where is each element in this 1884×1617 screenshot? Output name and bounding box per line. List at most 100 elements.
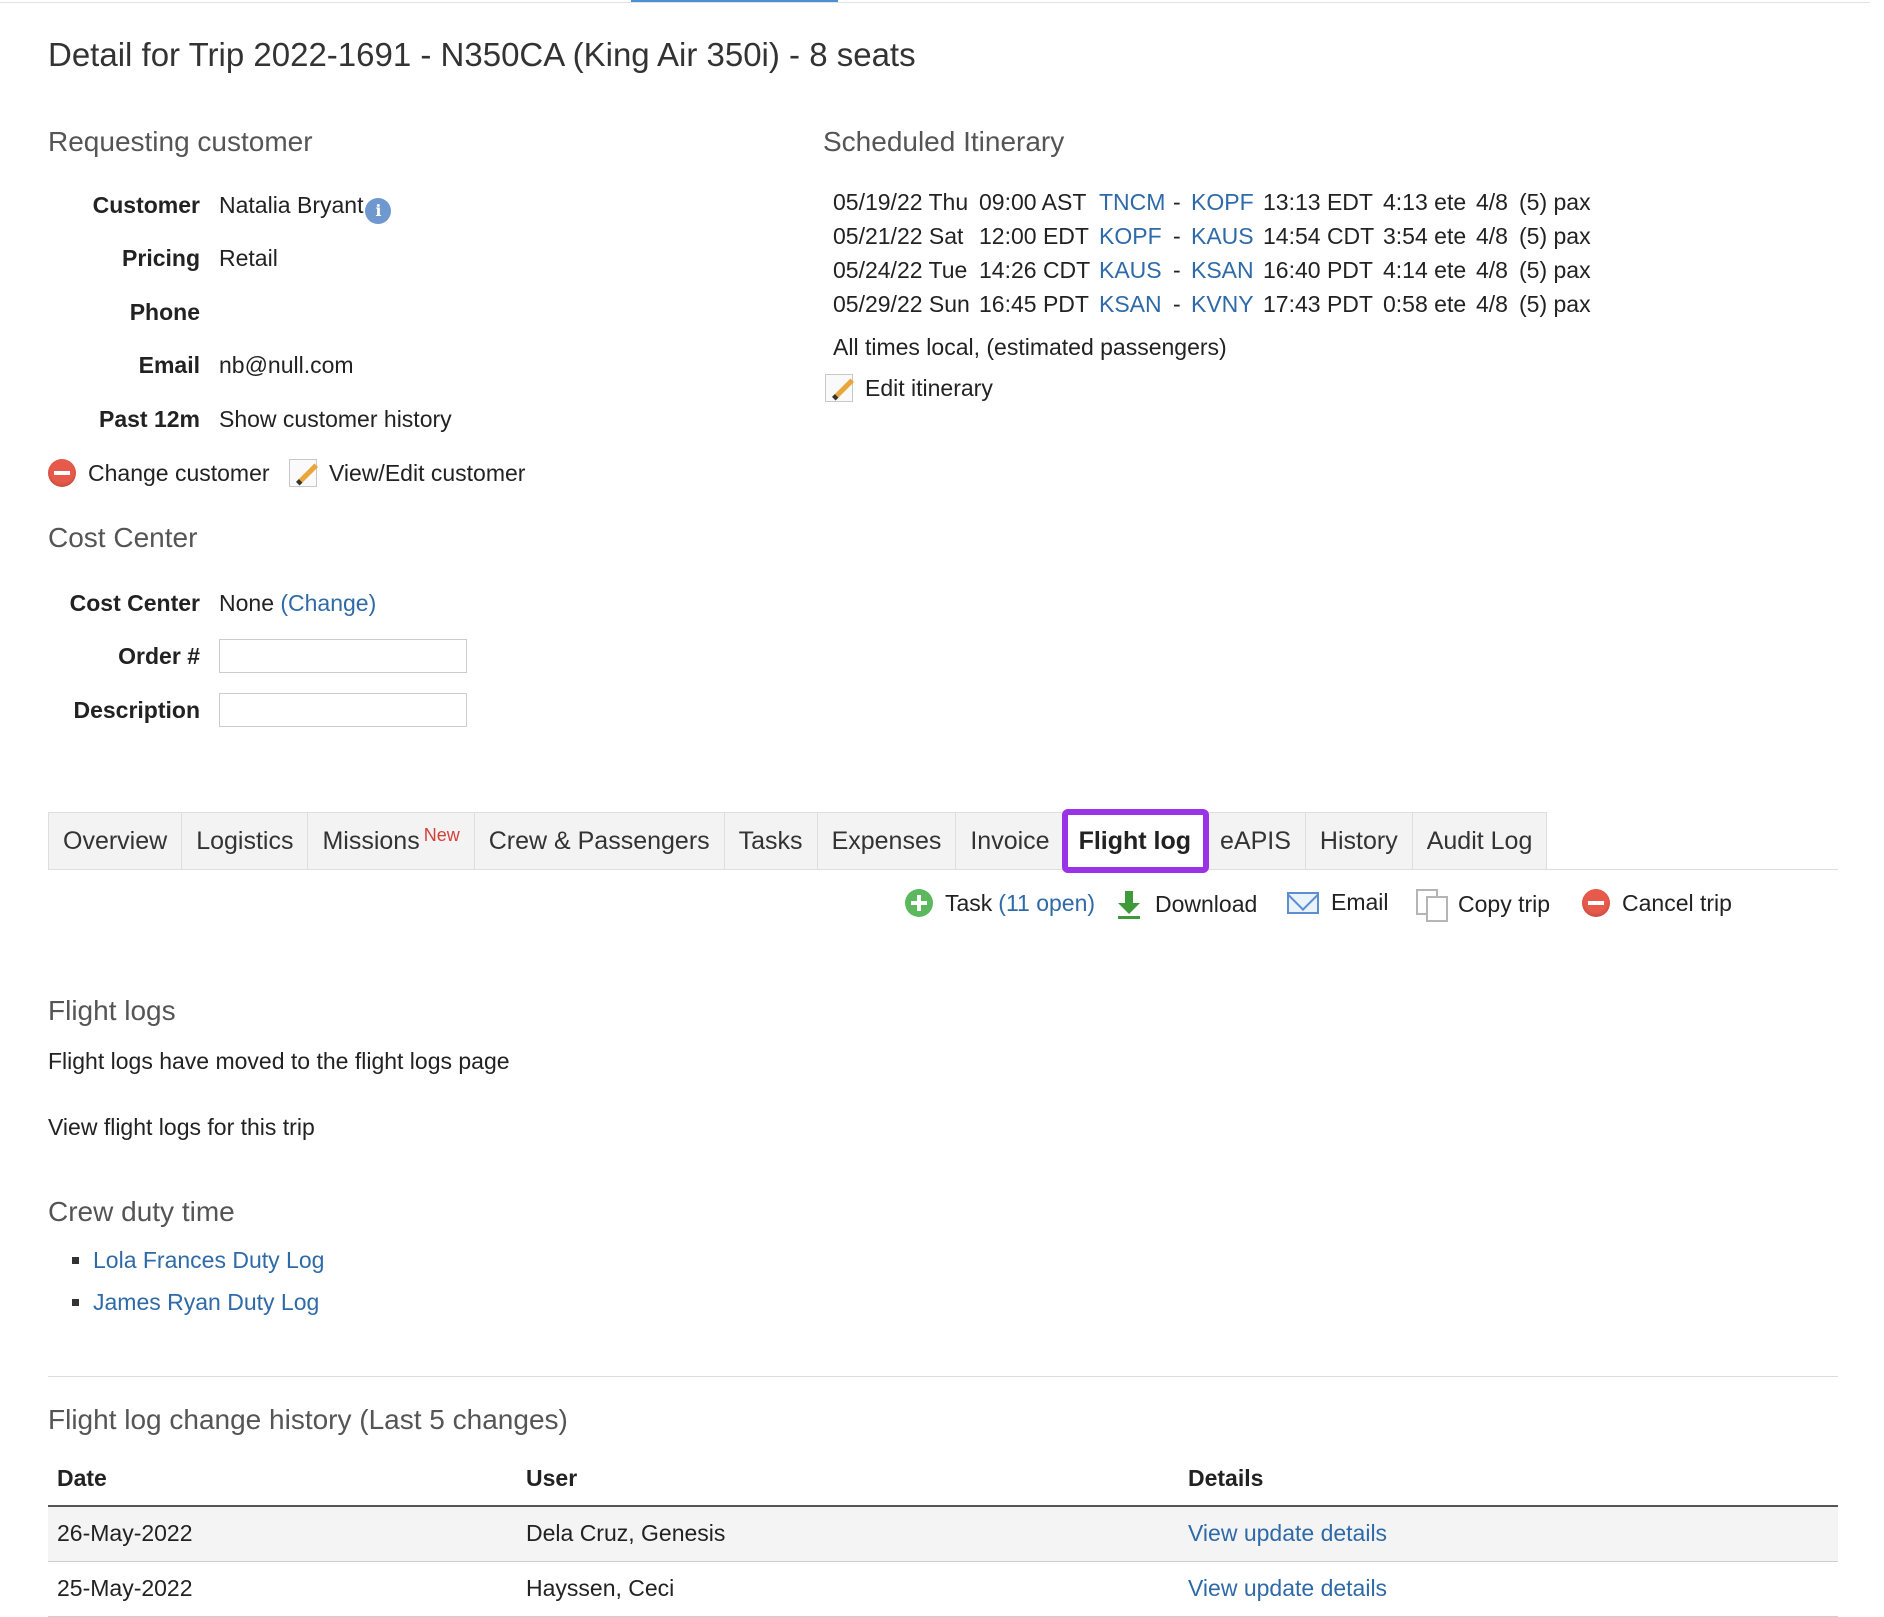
airport-link[interactable]: KVNY: [1191, 291, 1254, 318]
cancel-icon: [1582, 889, 1610, 917]
tab-flight-log[interactable]: Flight log: [1061, 809, 1210, 873]
row-user: Hayssen, Ceci: [517, 1561, 1179, 1617]
customer-label: Customer: [92, 192, 200, 218]
download-button[interactable]: Download: [1115, 889, 1257, 919]
view-update-details-link[interactable]: View update details: [1188, 1520, 1387, 1546]
tab-history[interactable]: History: [1305, 812, 1413, 870]
airport-link[interactable]: TNCM: [1099, 189, 1165, 216]
tab-label: History: [1319, 826, 1398, 855]
leg-depart-time: 14:26 CDT: [979, 257, 1091, 283]
tab-invoice[interactable]: Invoice: [956, 812, 1065, 870]
tab-logistics[interactable]: Logistics: [182, 812, 309, 870]
airport-link[interactable]: KAUS: [1099, 257, 1162, 284]
tab-bar: Overview Logistics Missions New Crew & Passe…: [48, 809, 1548, 873]
tab-audit-log[interactable]: Audit Log: [1412, 812, 1548, 870]
change-customer-button[interactable]: Change customer: [48, 459, 270, 487]
row-date: 25-May-2022: [48, 1561, 517, 1617]
phone-label: Phone: [129, 299, 200, 325]
leg-seats: 4/8: [1476, 257, 1508, 283]
tab-missions[interactable]: Missions New: [308, 812, 475, 870]
duty-log-link[interactable]: James Ryan Duty Log: [93, 1289, 319, 1316]
open-tasks-link[interactable]: (11 open): [998, 890, 1095, 917]
tab-label: Missions: [322, 826, 420, 855]
airport-link[interactable]: KOPF: [1191, 189, 1254, 216]
tab-crew-passengers[interactable]: Crew & Passengers: [474, 812, 725, 870]
leg-pax: (5) pax: [1519, 291, 1591, 317]
change-customer-label: Change customer: [88, 459, 270, 486]
leg-date: 05/21/22 Sat: [833, 223, 964, 249]
leg-depart-time: 12:00 EDT: [979, 223, 1089, 249]
leg-sep: -: [1173, 189, 1181, 215]
cost-center-label: Cost Center: [69, 590, 200, 616]
duty-log-link[interactable]: Lola Frances Duty Log: [93, 1247, 324, 1274]
leg-sep: -: [1173, 257, 1181, 283]
tab-label: Logistics: [196, 826, 294, 855]
leg-ete: 3:54 ete: [1383, 223, 1467, 249]
airport-link[interactable]: KSAN: [1099, 291, 1162, 318]
tab-label: eAPIS: [1220, 826, 1291, 855]
list-item: James Ryan Duty Log: [72, 1289, 319, 1316]
tab-eapis[interactable]: eAPIS: [1206, 812, 1306, 870]
order-number-input[interactable]: [219, 639, 467, 673]
cancel-trip-label: Cancel trip: [1622, 889, 1732, 916]
column-header-user: User: [517, 1452, 1179, 1507]
cancel-trip-button[interactable]: Cancel trip: [1582, 889, 1732, 917]
edit-pencil-icon: [825, 374, 853, 402]
leg-arrive-time: 17:43 PDT: [1263, 291, 1373, 317]
download-label: Download: [1155, 890, 1258, 917]
table-header-row: Date User Details: [48, 1452, 1838, 1507]
cost-center-none: None: [219, 590, 274, 616]
leg-date: 05/24/22 Tue: [833, 257, 968, 283]
task-label: Task: [945, 889, 993, 916]
copy-trip-button[interactable]: Copy trip: [1416, 889, 1550, 922]
tab-overview[interactable]: Overview: [48, 812, 183, 870]
show-customer-history-link[interactable]: Show customer history: [219, 406, 452, 433]
row-date: 26-May-2022: [48, 1506, 517, 1562]
history-divider: [48, 1376, 1838, 1377]
airport-link[interactable]: KOPF: [1099, 223, 1162, 250]
change-cost-center-link[interactable]: (Change): [280, 590, 376, 616]
tab-tasks[interactable]: Tasks: [724, 812, 818, 870]
tab-label: Overview: [63, 826, 168, 855]
new-badge: New: [423, 824, 460, 845]
cost-center-heading: Cost Center: [48, 522, 198, 553]
top-divider: [0, 2, 1870, 3]
column-header-details: Details: [1179, 1452, 1838, 1507]
column-header-date: Date: [48, 1452, 517, 1507]
airport-link[interactable]: KAUS: [1191, 223, 1254, 250]
customer-name: Natalia Bryant: [219, 192, 364, 218]
view-edit-customer-button[interactable]: View/Edit customer: [289, 459, 525, 487]
crew-duty-heading: Crew duty time: [48, 1196, 235, 1227]
edit-itinerary-button[interactable]: Edit itinerary: [825, 374, 993, 402]
list-item: Lola Frances Duty Log: [72, 1247, 324, 1274]
info-icon[interactable]: i: [365, 198, 392, 224]
view-flight-logs-link[interactable]: View flight logs for this trip: [48, 1114, 315, 1141]
leg-date: 05/29/22 Sun: [833, 291, 970, 317]
leg-sep: -: [1173, 223, 1181, 249]
email-button[interactable]: Email: [1287, 889, 1389, 916]
leg-date: 05/19/22 Thu: [833, 189, 969, 215]
leg-depart-time: 09:00 AST: [979, 189, 1087, 215]
leg-seats: 4/8: [1476, 291, 1508, 317]
airport-link[interactable]: KSAN: [1191, 257, 1254, 284]
tab-expenses[interactable]: Expenses: [817, 812, 957, 870]
edit-itinerary-label: Edit itinerary: [865, 374, 993, 401]
view-update-details-link[interactable]: View update details: [1188, 1575, 1387, 1601]
email-link[interactable]: nb@null.com: [219, 352, 354, 379]
leg-ete: 4:13 ete: [1383, 189, 1467, 215]
requesting-customer-heading: Requesting customer: [48, 126, 313, 157]
table-row: 25-May-2022 Hayssen, Ceci View update de…: [48, 1561, 1838, 1617]
description-input[interactable]: [219, 693, 467, 727]
add-task-button[interactable]: Task (11 open): [905, 889, 1095, 917]
itinerary-note: All times local, (estimated passengers): [833, 334, 1227, 360]
pricing-value: Retail: [219, 245, 278, 271]
leg-arrive-time: 16:40 PDT: [1263, 257, 1373, 283]
leg-pax: (5) pax: [1519, 189, 1591, 215]
change-history-heading: Flight log change history (Last 5 change…: [48, 1404, 568, 1435]
leg-pax: (5) pax: [1519, 223, 1591, 249]
envelope-icon: [1287, 891, 1319, 914]
leg-ete: 0:58 ete: [1383, 291, 1467, 317]
flight-logs-heading: Flight logs: [48, 995, 176, 1026]
itinerary-heading: Scheduled Itinerary: [823, 126, 1065, 157]
change-history-table: Date User Details 26-May-2022 Dela Cruz,…: [48, 1452, 1838, 1617]
